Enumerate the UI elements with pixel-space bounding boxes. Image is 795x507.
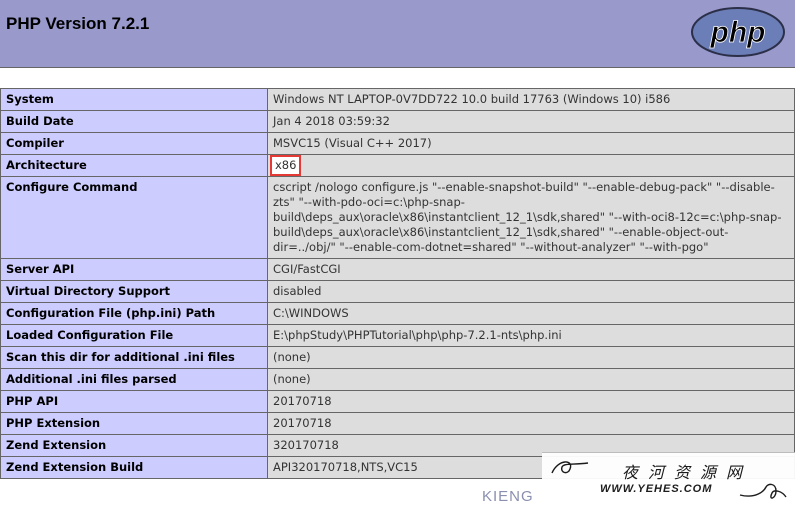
watermark-cn-text: 夜河资源网 [622,463,753,482]
info-key: Configure Command [0,176,268,259]
info-value: CGI/FastCGI [267,258,795,281]
info-value: Jan 4 2018 03:59:32 [267,110,795,133]
info-row: Architecture x86 [0,154,795,177]
info-value: E:\phpStudy\PHPTutorial\php\php-7.2.1-nt… [267,324,795,347]
watermark-url-text: WWW.YEHES.COM [600,483,713,495]
info-value: Windows NT LAPTOP-0V7DD722 10.0 build 17… [267,88,795,111]
info-value: 20170718 [267,390,795,413]
info-row: System Windows NT LAPTOP-0V7DD722 10.0 bu… [0,88,795,111]
info-table: System Windows NT LAPTOP-0V7DD722 10.0 bu… [0,88,795,479]
watermark-badge: 夜河资源网 WWW.YEHES.COM [542,452,795,507]
info-key: Zend Extension [0,434,268,457]
info-value: C:\WINDOWS [267,302,795,325]
info-key: Configuration File (php.ini) Path [0,302,268,325]
info-value: cscript /nologo configure.js "--enable-s… [267,176,795,259]
info-row: Configuration File (php.ini) Path C:\WIND… [0,302,795,325]
info-row: PHP API 20170718 [0,390,795,413]
info-value: (none) [267,368,795,391]
swirl-left-icon [551,461,589,474]
info-value: 20170718 [267,412,795,435]
info-value: x86 [267,154,795,177]
info-key: Loaded Configuration File [0,324,268,347]
info-key: Scan this dir for additional .ini files [0,346,268,369]
info-row: Additional .ini files parsed (none) [0,368,795,391]
info-key: Additional .ini files parsed [0,368,268,391]
info-row: Build Date Jan 4 2018 03:59:32 [0,110,795,133]
info-key: Zend Extension Build [0,456,268,479]
info-row: Configure Command cscript /nologo configu… [0,176,795,259]
info-key: PHP API [0,390,268,413]
php-logo-icon: php [691,7,785,57]
page-title: PHP Version 7.2.1 [6,14,150,33]
info-key: PHP Extension [0,412,268,435]
info-key: Compiler [0,132,268,155]
info-value: disabled [267,280,795,303]
info-row: Compiler MSVC15 (Visual C++ 2017) [0,132,795,155]
info-value: (none) [267,346,795,369]
kieng-watermark-text: KIENG [482,488,534,505]
info-row: PHP Extension 20170718 [0,412,795,435]
info-key: Architecture [0,154,268,177]
info-row: Loaded Configuration File E:\phpStudy\PHP… [0,324,795,347]
architecture-highlight: x86 [270,155,302,176]
info-key: Build Date [0,110,268,133]
info-key: Server API [0,258,268,281]
php-header: PHP Version 7.2.1 php [0,0,795,68]
info-row: Virtual Directory Support disabled [0,280,795,303]
swirl-right-icon [739,483,787,499]
info-key: System [0,88,268,111]
info-row: Server API CGI/FastCGI [0,258,795,281]
info-row: Scan this dir for additional .ini files(… [0,346,795,369]
info-value: MSVC15 (Visual C++ 2017) [267,132,795,155]
info-key: Virtual Directory Support [0,280,268,303]
php-logo-text: php [710,16,766,49]
